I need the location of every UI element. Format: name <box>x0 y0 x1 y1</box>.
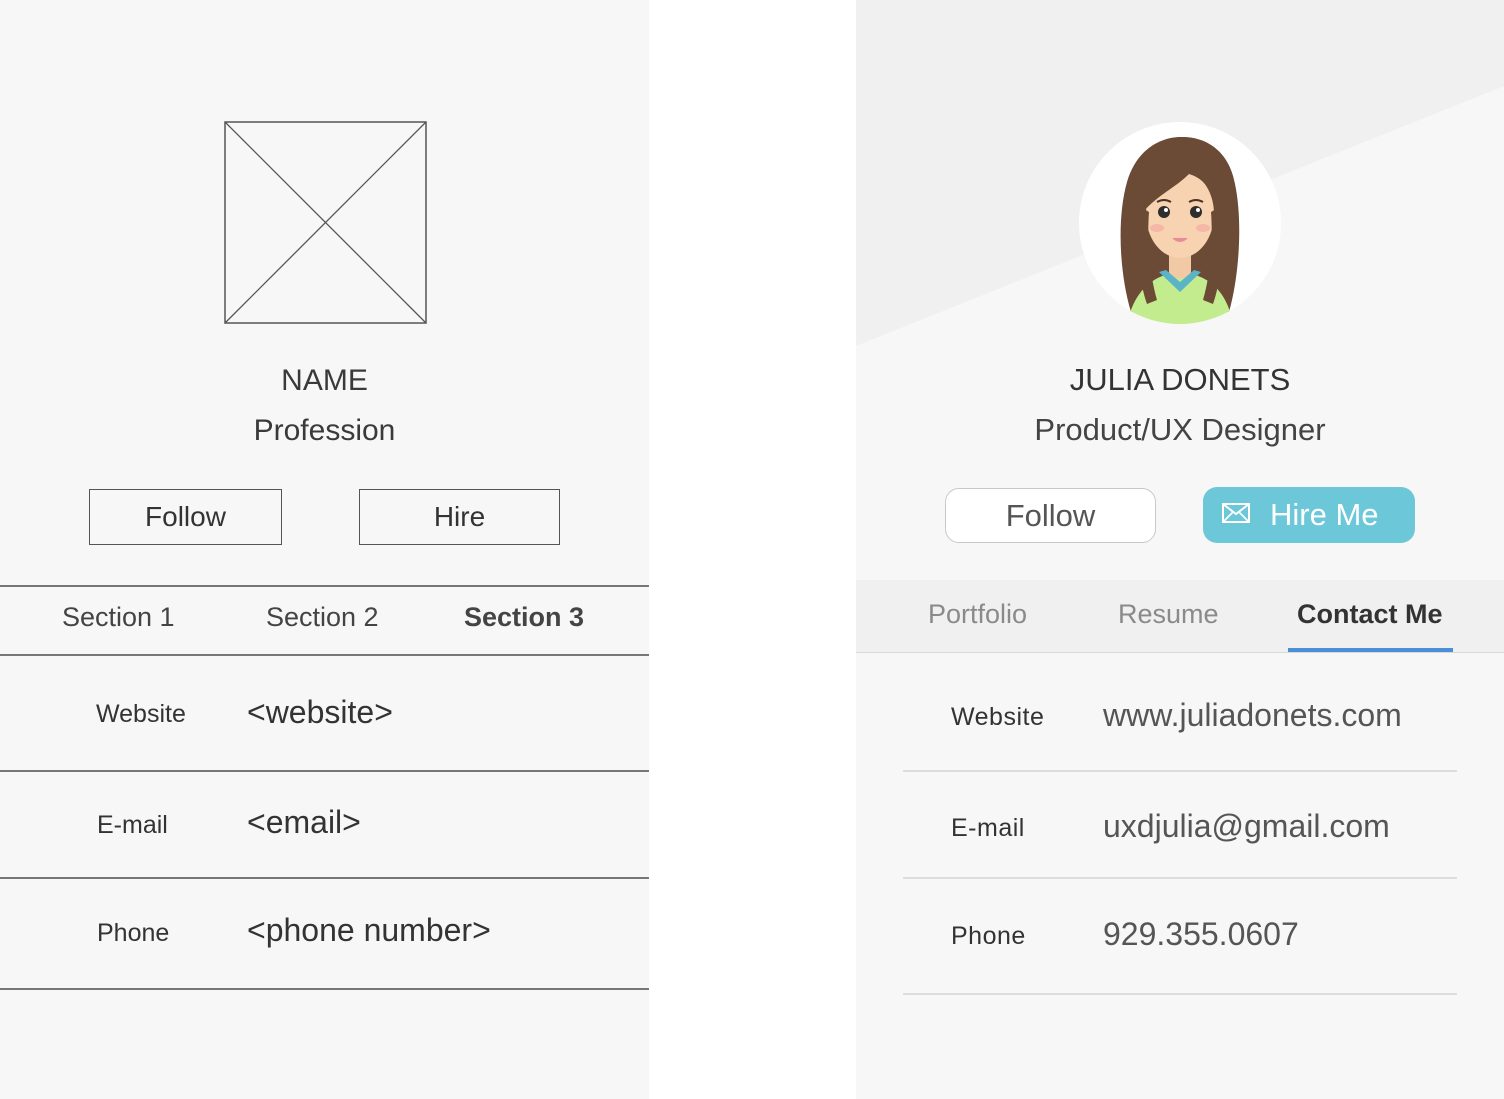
email-value: <email> <box>247 804 361 840</box>
design-panel: JULIA DONETS Product/UX Designer Follow … <box>856 0 1504 1099</box>
row-divider <box>903 770 1457 772</box>
tab-resume[interactable]: Resume <box>1118 599 1219 630</box>
tab-contact-me[interactable]: Contact Me <box>1297 599 1443 630</box>
website-label: Website <box>96 700 186 728</box>
website-label: Website <box>951 703 1045 731</box>
mail-icon <box>1222 503 1250 523</box>
row-divider <box>0 988 649 990</box>
website-value[interactable]: www.juliadonets.com <box>1103 697 1402 734</box>
profile-name: JULIA DONETS <box>1069 362 1291 397</box>
tab-section-3[interactable]: Section 3 <box>464 602 584 633</box>
phone-value[interactable]: 929.355.0607 <box>1103 916 1299 953</box>
follow-button[interactable]: Follow <box>945 488 1156 543</box>
profile-name: NAME <box>281 364 368 397</box>
email-label: E-mail <box>97 811 168 839</box>
row-divider <box>903 877 1457 879</box>
avatar <box>1079 122 1281 324</box>
email-label: E-mail <box>951 814 1025 842</box>
tab-section-1[interactable]: Section 1 <box>62 602 175 633</box>
row-divider <box>0 877 649 879</box>
follow-button[interactable]: Follow <box>89 489 282 545</box>
tab-portfolio[interactable]: Portfolio <box>928 599 1027 630</box>
profile-profession: Product/UX Designer <box>1034 412 1326 447</box>
active-tab-indicator <box>1288 648 1453 652</box>
wireframe-panel: NAME Profession Follow Hire Section 1 Se… <box>0 0 649 1099</box>
hire-me-button[interactable]: Hire Me <box>1203 487 1415 543</box>
avatar-illustration <box>1120 136 1240 324</box>
email-value[interactable]: uxdjulia@gmail.com <box>1103 808 1390 845</box>
tab-section-2[interactable]: Section 2 <box>266 602 379 633</box>
hire-me-button-label: Hire Me <box>1270 497 1379 532</box>
phone-label: Phone <box>97 919 170 947</box>
hire-button[interactable]: Hire <box>359 489 560 545</box>
tabs-bottom-divider <box>0 654 649 656</box>
website-value: <website> <box>247 694 393 730</box>
follow-button-label: Follow <box>1005 498 1096 533</box>
tabs-top-divider <box>0 585 649 587</box>
row-divider <box>903 993 1457 995</box>
row-divider <box>0 770 649 772</box>
profile-profession: Profession <box>253 414 396 447</box>
tab-bar: Portfolio Resume Contact Me <box>856 580 1504 653</box>
image-placeholder-icon <box>224 121 427 324</box>
phone-label: Phone <box>951 922 1026 950</box>
phone-value: <phone number> <box>247 912 491 948</box>
